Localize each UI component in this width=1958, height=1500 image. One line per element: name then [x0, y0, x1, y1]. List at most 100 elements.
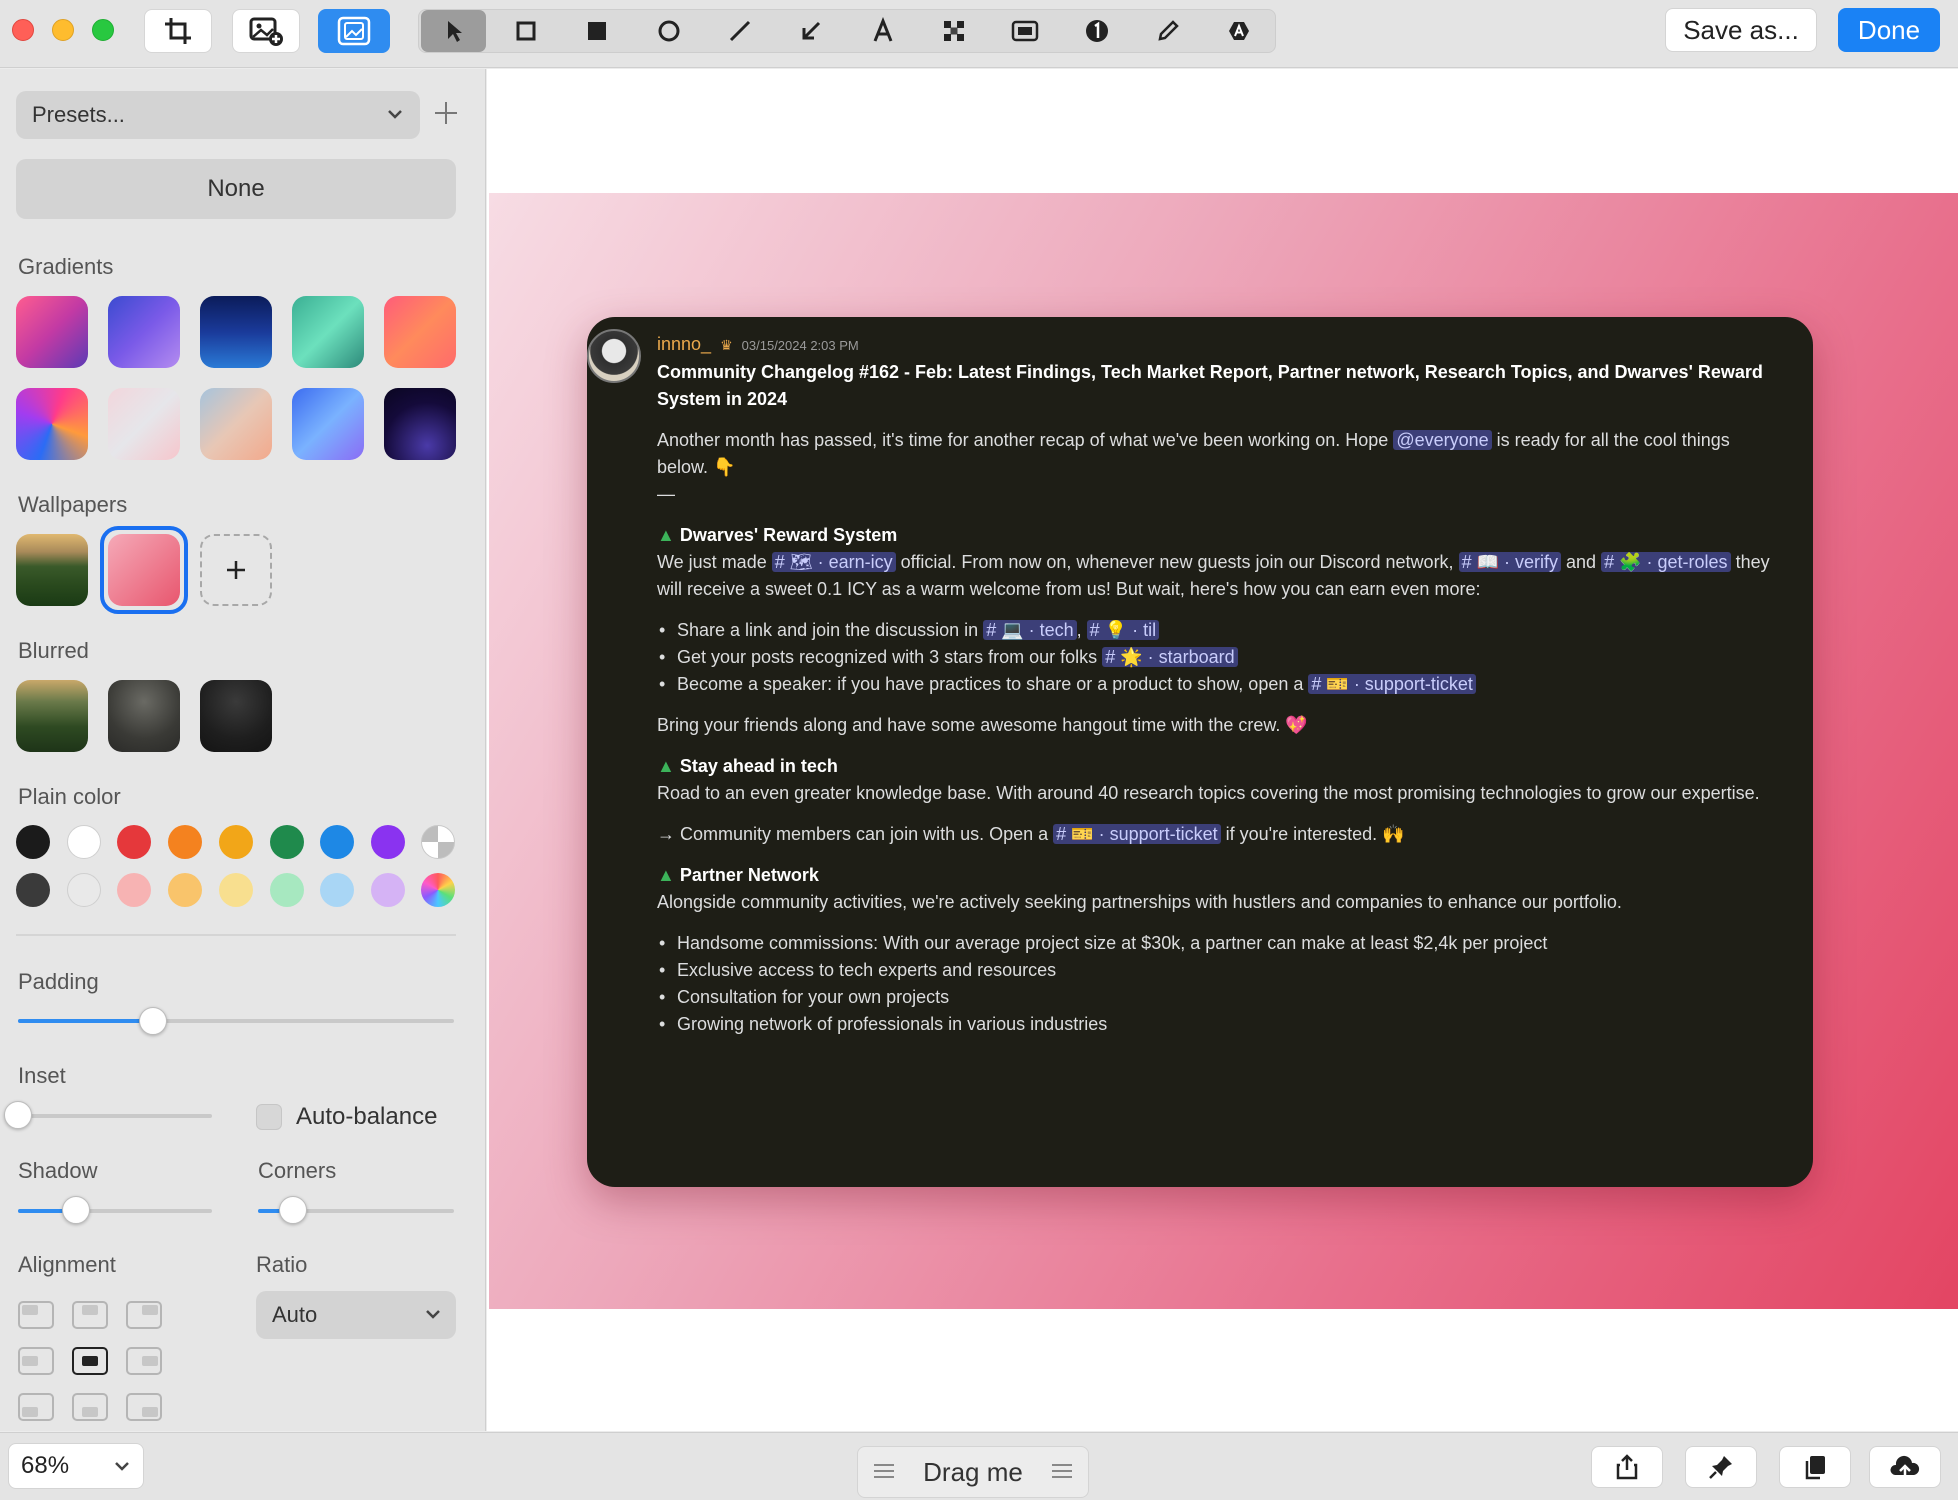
copy-button[interactable] [1779, 1446, 1851, 1488]
highlight-box-tool[interactable] [990, 10, 1061, 52]
share-button[interactable] [1591, 1446, 1663, 1488]
inset-slider-track[interactable] [18, 1114, 212, 1118]
gradient-swatch[interactable] [200, 296, 272, 368]
minimize-window-button[interactable] [52, 19, 74, 41]
alignment-option[interactable] [72, 1301, 108, 1329]
color-swatch[interactable] [218, 825, 253, 859]
list-item: Growing network of professionals in vari… [657, 1011, 1777, 1038]
corners-slider-knob[interactable] [279, 1196, 308, 1224]
blurred-dark-swatch[interactable] [200, 680, 272, 752]
channel-earn-icy[interactable]: # 🗺 · earn-icy [771, 552, 896, 572]
drag-me-handle[interactable]: Drag me [857, 1446, 1089, 1498]
blurred-gray-swatch[interactable] [108, 680, 180, 752]
color-swatch[interactable] [66, 825, 101, 859]
blurred-landscape-swatch[interactable] [16, 680, 88, 752]
crop-button[interactable] [144, 9, 212, 53]
zoom-select[interactable]: 68% [8, 1443, 144, 1489]
gradient-swatch[interactable] [16, 388, 88, 460]
alignment-option[interactable] [126, 1393, 162, 1421]
alignment-option[interactable] [72, 1347, 108, 1375]
alignment-marker [82, 1356, 98, 1366]
alignment-option[interactable] [72, 1393, 108, 1421]
arrow-tool[interactable] [776, 10, 847, 52]
section-tech-heading: ▲ Stay ahead in tech [657, 756, 838, 776]
color-swatch[interactable] [117, 873, 152, 907]
cloud-upload-button[interactable] [1869, 1446, 1941, 1488]
alignment-option[interactable] [126, 1301, 162, 1329]
wallpaper-pink-swatch[interactable] [108, 534, 180, 606]
channel-support-ticket[interactable]: # 🎫 · support-ticket [1053, 824, 1221, 844]
channel-starboard[interactable]: # 🌟 · starboard [1102, 647, 1238, 667]
close-window-button[interactable] [12, 19, 34, 41]
gradient-swatch[interactable] [16, 296, 88, 368]
wallpaper-landscape-swatch[interactable] [16, 534, 88, 606]
gradient-swatch[interactable] [292, 388, 364, 460]
everyone-mention[interactable]: @everyone [1393, 430, 1492, 450]
heart-emoji-icon: 💖 [1285, 715, 1308, 735]
channel-til[interactable]: # 💡 · til [1086, 620, 1160, 640]
pencil-tool[interactable] [1132, 10, 1203, 52]
channel-support-ticket[interactable]: # 🎫 · support-ticket [1308, 674, 1476, 694]
text-icon [873, 17, 893, 42]
pixelate-tool[interactable] [918, 10, 989, 52]
add-wallpaper-button[interactable] [200, 534, 272, 606]
ellipse-tool[interactable] [633, 10, 704, 52]
alignment-option[interactable] [18, 1301, 54, 1329]
counter-tool[interactable] [1061, 10, 1132, 52]
channel-tech[interactable]: # 💻 · tech [983, 620, 1077, 640]
color-swatch[interactable] [168, 873, 203, 907]
alignment-marker [82, 1305, 98, 1315]
gradient-swatch[interactable] [384, 296, 456, 368]
color-swatch[interactable] [370, 873, 405, 907]
pin-button[interactable] [1685, 1446, 1757, 1488]
inset-slider-knob[interactable] [4, 1101, 32, 1129]
color-swatch[interactable] [16, 825, 50, 859]
done-button[interactable]: Done [1838, 8, 1940, 52]
color-swatch[interactable] [66, 873, 101, 907]
color-swatch[interactable] [269, 825, 304, 859]
drag-lines-icon [1052, 1464, 1072, 1478]
ratio-select[interactable]: Auto [256, 1291, 456, 1339]
add-image-button[interactable] [232, 9, 300, 53]
color-swatch[interactable] [320, 873, 355, 907]
crown-badge-icon: ♛ [720, 337, 733, 353]
padding-slider-knob[interactable] [139, 1007, 168, 1035]
blurred-heading: Blurred [18, 638, 89, 663]
channel-verify[interactable]: # 📖 · verify [1458, 552, 1562, 572]
auto-balance-checkbox[interactable] [256, 1104, 282, 1130]
alignment-option[interactable] [18, 1347, 54, 1375]
add-preset-icon[interactable] [432, 99, 460, 127]
color-swatch[interactable] [320, 825, 355, 859]
gradient-swatch[interactable] [108, 388, 180, 460]
presets-select[interactable]: Presets... [16, 91, 420, 139]
text-rotate-tool[interactable] [1204, 10, 1275, 52]
color-swatch[interactable] [168, 825, 203, 859]
gradient-swatch[interactable] [292, 296, 364, 368]
background-button[interactable] [318, 9, 390, 53]
gradient-swatch[interactable] [384, 388, 456, 460]
save-as-button[interactable]: Save as... [1665, 8, 1817, 52]
color-swatch[interactable] [117, 825, 152, 859]
alignment-option[interactable] [18, 1393, 54, 1421]
gradient-swatch[interactable] [200, 388, 272, 460]
gradient-swatch[interactable] [108, 296, 180, 368]
color-swatch[interactable] [218, 873, 253, 907]
intro-paragraph: Another month has passed, it's time for … [657, 430, 1730, 477]
zoom-window-button[interactable] [92, 19, 114, 41]
color-swatch[interactable] [370, 825, 405, 859]
select-tool[interactable] [421, 10, 487, 52]
color-swatch[interactable] [269, 873, 304, 907]
rectangle-outline-tool[interactable] [490, 10, 561, 52]
alignment-option[interactable] [126, 1347, 162, 1375]
transparent-color-swatch[interactable] [421, 825, 455, 859]
rectangle-filled-tool[interactable] [562, 10, 633, 52]
screenshot-card[interactable]: innno_ ♛ 03/15/2024 2:03 PM Community Ch… [587, 317, 1813, 1187]
line-tool[interactable] [704, 10, 775, 52]
shadow-slider-knob[interactable] [62, 1196, 91, 1224]
color-swatch[interactable] [16, 873, 50, 907]
channel-get-roles[interactable]: # 🧩 · get-roles [1601, 552, 1731, 572]
text-tool[interactable] [847, 10, 918, 52]
custom-color-picker[interactable] [421, 873, 455, 907]
none-background-button[interactable]: None [16, 159, 456, 219]
image-add-icon [249, 17, 283, 46]
